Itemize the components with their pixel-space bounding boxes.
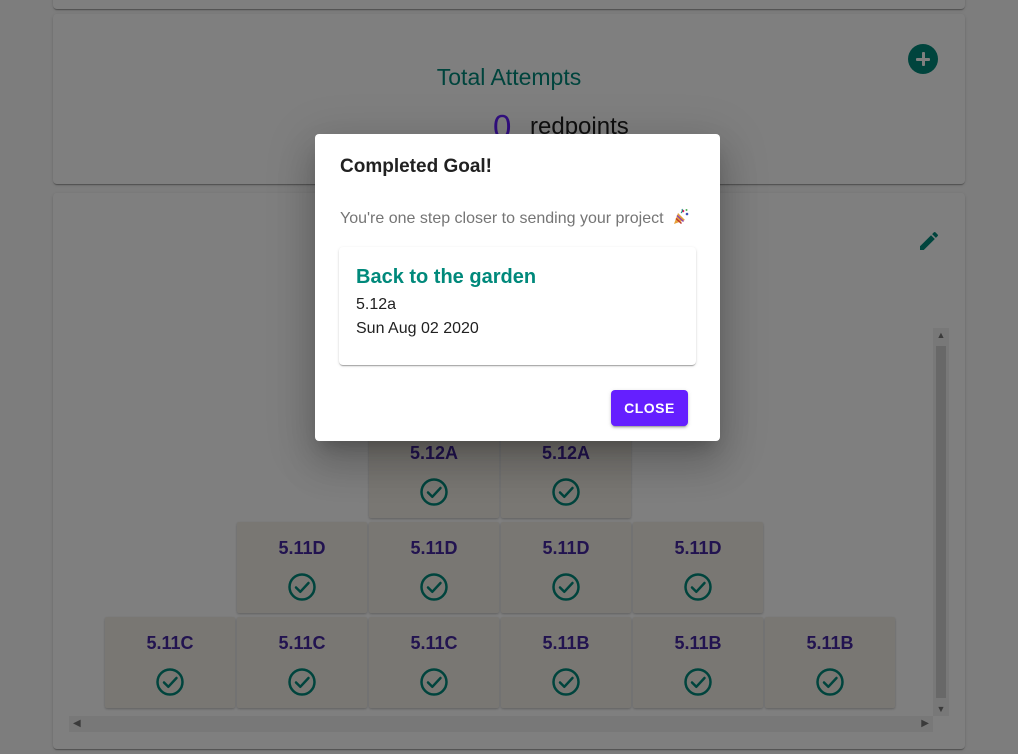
project-name: Back to the garden [356,266,537,288]
project-card: Back to the garden 5.12a Sun Aug 02 2020 [339,247,696,365]
close-button[interactable]: CLOSE [611,390,688,426]
project-date: Sun Aug 02 2020 [356,320,479,337]
dialog-message-text: You're one step closer to sending your p… [340,210,664,227]
party-popper-icon [674,208,689,225]
dialog-title: Completed Goal! [340,156,493,177]
project-grade: 5.12a [356,296,397,313]
completed-goal-dialog: Completed Goal! You're one step closer t… [315,134,720,441]
dialog-message: You're one step closer to sending your p… [340,208,690,228]
